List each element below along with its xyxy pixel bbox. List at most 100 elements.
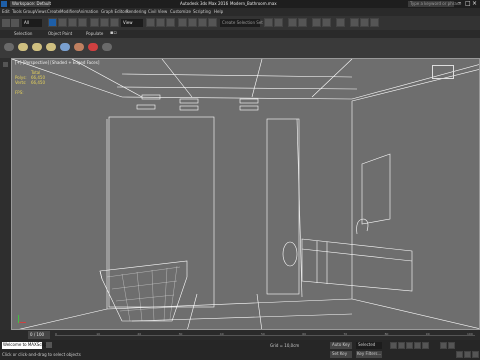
- shower-glass: [108, 116, 215, 308]
- menu-item-rendering[interactable]: Rendering: [126, 10, 146, 14]
- faucet: [356, 218, 369, 235]
- select-object-icon[interactable]: [48, 18, 57, 27]
- populate-define-flows-icon[interactable]: [4, 43, 14, 51]
- align-icon[interactable]: [274, 18, 283, 27]
- grid-value: Grid = 10,0cm: [270, 343, 300, 348]
- pan-icon[interactable]: [456, 351, 463, 358]
- menu-item-scripting[interactable]: Scripting: [193, 10, 211, 14]
- populate-idle-icon[interactable]: [102, 43, 112, 51]
- spinner-snap-icon[interactable]: [208, 18, 217, 27]
- menu-item-help[interactable]: Help: [214, 10, 223, 14]
- time-slider-thumb[interactable]: 0 / 100: [28, 331, 50, 339]
- vanity-cabinet: [301, 238, 413, 292]
- window-crossing-icon[interactable]: [78, 18, 87, 27]
- named-selection-dropdown[interactable]: Create Selection Set: [220, 19, 263, 27]
- scene-wireframe: [12, 59, 479, 329]
- menu-item-modifiers[interactable]: Modifiers: [60, 10, 78, 14]
- angle-snap-icon[interactable]: [188, 18, 197, 27]
- ribbon-tab-bar: Selection Object Paint Populate ▪▫: [0, 30, 480, 38]
- menu-item-animation[interactable]: Animation: [78, 10, 98, 14]
- undo-icon[interactable]: [2, 19, 10, 27]
- app-logo-icon[interactable]: [1, 1, 7, 7]
- schematic-view-icon[interactable]: [322, 18, 331, 27]
- mirror-icon[interactable]: [264, 18, 273, 27]
- viewport-menu-icon[interactable]: [3, 62, 8, 67]
- menu-item-create[interactable]: Create: [47, 10, 60, 14]
- viewcube-icon[interactable]: [432, 65, 454, 79]
- percent-snap-icon[interactable]: [198, 18, 207, 27]
- main-toolbar: All View Create Selection Set: [0, 16, 480, 31]
- populate-seat-icon[interactable]: [74, 43, 84, 51]
- menu-item-group[interactable]: Group: [23, 10, 35, 14]
- populate-edit-selected-icon[interactable]: [60, 43, 70, 51]
- timeline-tick-label: 50: [261, 332, 265, 336]
- selection-lock-icon[interactable]: [46, 342, 52, 348]
- reference-coordinate-dropdown[interactable]: View: [121, 19, 143, 27]
- mirror: [361, 153, 391, 225]
- move-icon[interactable]: [90, 18, 99, 27]
- zoom-icon[interactable]: [440, 342, 447, 349]
- populate-display-icon[interactable]: [46, 43, 56, 51]
- material-editor-icon[interactable]: [336, 18, 345, 27]
- render-production-icon[interactable]: [370, 18, 379, 27]
- previous-frame-icon[interactable]: [398, 342, 405, 349]
- select-by-name-icon[interactable]: [58, 18, 67, 27]
- stats-verts-label: Verts:: [15, 80, 27, 85]
- render-frame-window-icon[interactable]: [360, 18, 369, 27]
- timeline-tick-label: 60: [302, 332, 307, 336]
- maximize-icon[interactable]: □: [465, 1, 471, 7]
- menu-item-customize[interactable]: Customize: [170, 10, 191, 14]
- curve-editor-icon[interactable]: [312, 18, 321, 27]
- reference-coordinate-value: View: [123, 20, 133, 25]
- populate-simulate-icon[interactable]: [32, 43, 42, 51]
- time-slider[interactable]: 0 / 100 0 10 20 30 40 50 60 70 80 90 100: [0, 330, 480, 340]
- select-manipulate-icon[interactable]: [156, 18, 165, 27]
- keyboard-shortcut-icon[interactable]: [166, 18, 175, 27]
- menu-item-civil-view[interactable]: Civil View: [148, 10, 167, 14]
- ceiling-edge-right: [351, 64, 479, 100]
- go-to-start-icon[interactable]: [390, 342, 397, 349]
- set-key-button[interactable]: Set Key: [330, 351, 352, 358]
- timeline-tick-label: 100: [467, 332, 473, 336]
- maximize-viewport-icon[interactable]: [472, 351, 479, 358]
- redo-icon[interactable]: [11, 19, 19, 27]
- tab-selection[interactable]: Selection: [14, 32, 32, 36]
- populate-create-idle-area-icon[interactable]: [18, 43, 28, 51]
- snap-toggle-icon[interactable]: [178, 18, 187, 27]
- scale-icon[interactable]: [110, 18, 119, 27]
- render-setup-icon[interactable]: [350, 18, 359, 27]
- orbit-icon[interactable]: [464, 351, 471, 358]
- key-filters-button[interactable]: Key Filters...: [356, 351, 382, 358]
- menu-item-views[interactable]: Views: [35, 10, 47, 14]
- auto-key-button[interactable]: Auto Key: [330, 342, 352, 349]
- minimize-icon[interactable]: –: [458, 0, 461, 6]
- ribbon-toggle-icon[interactable]: ▪▫: [110, 31, 117, 36]
- rotate-icon[interactable]: [100, 18, 109, 27]
- selected-dropdown[interactable]: Selected: [356, 342, 382, 349]
- layer-explorer-icon[interactable]: [298, 18, 307, 27]
- rectangular-selection-icon[interactable]: [68, 18, 77, 27]
- menu-item-edit[interactable]: Edit: [2, 10, 10, 14]
- go-to-end-icon[interactable]: [422, 342, 429, 349]
- selection-filter-dropdown[interactable]: All: [22, 19, 42, 27]
- play-icon[interactable]: [406, 342, 413, 349]
- scene-explorer-icon[interactable]: [288, 18, 297, 27]
- maxscript-listener[interactable]: Welcome to MAXScript.: [2, 342, 50, 349]
- menu-item-tools[interactable]: Tools: [12, 10, 22, 14]
- workspace-dropdown[interactable]: Workspace: Default: [10, 1, 51, 7]
- key-filters-label: Key Filters...: [357, 351, 382, 356]
- ceiling-light-4: [136, 104, 156, 110]
- search-input[interactable]: Type a keyword or phrase: [408, 1, 461, 7]
- menu-item-graph-editors[interactable]: Graph Editors: [101, 10, 128, 14]
- pivot-center-icon[interactable]: [146, 18, 155, 27]
- populate-flow-icon[interactable]: [88, 43, 98, 51]
- ceiling-light-2: [179, 98, 199, 104]
- tab-populate[interactable]: Populate: [86, 32, 103, 36]
- next-frame-icon[interactable]: [414, 342, 421, 349]
- perspective-viewport[interactable]: [+] [Perspective] [Shaded + Edged Faces]…: [11, 58, 480, 330]
- set-key-label: Set Key: [332, 351, 348, 356]
- close-icon[interactable]: ×: [472, 1, 477, 7]
- zoom-all-icon[interactable]: [448, 342, 455, 349]
- viewport-label[interactable]: [+] [Perspective] [Shaded + Edged Faces]: [15, 61, 99, 65]
- tab-object-paint[interactable]: Object Paint: [48, 32, 72, 36]
